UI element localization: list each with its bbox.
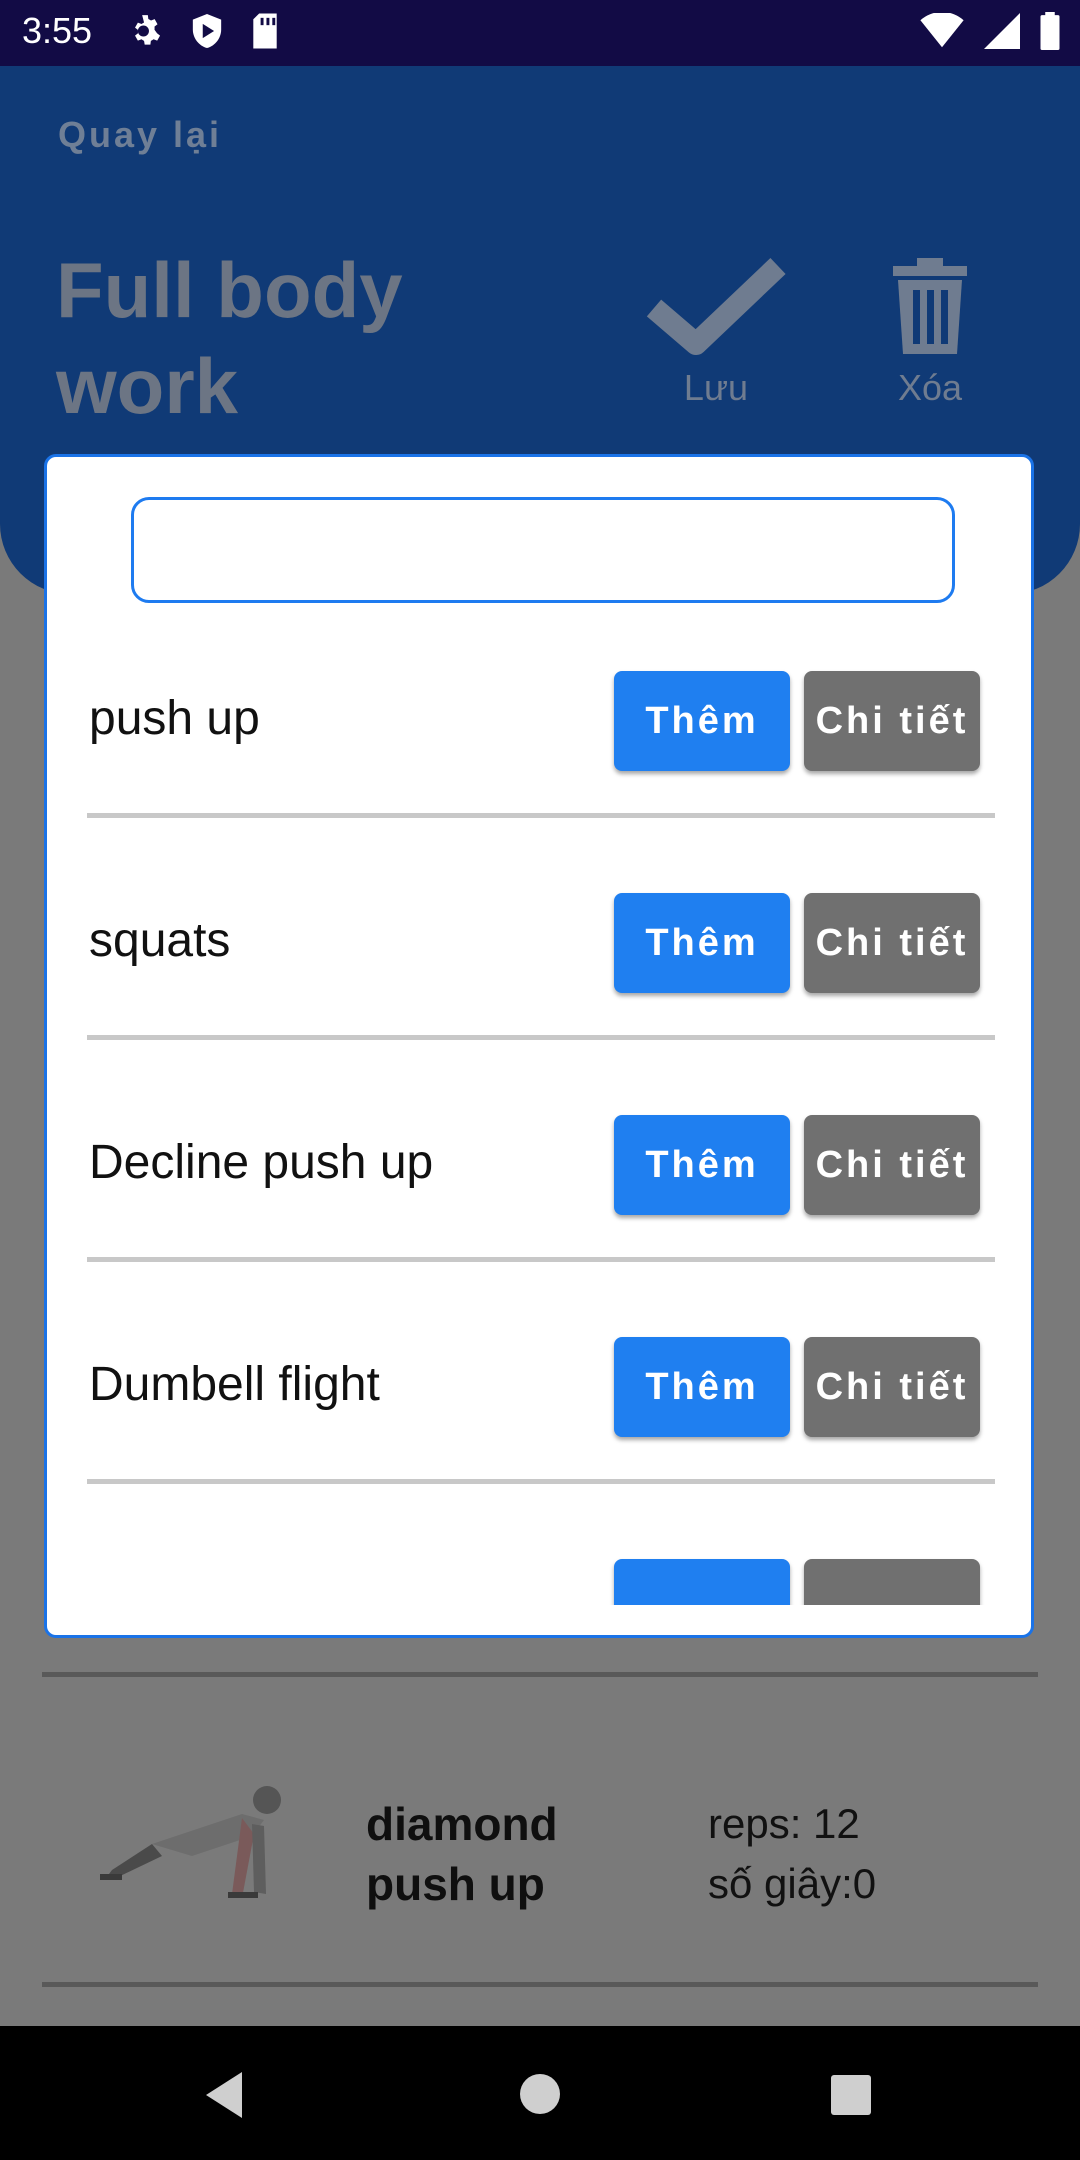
save-label: Lưu	[683, 367, 749, 408]
save-button[interactable]: Lưu	[646, 256, 786, 409]
status-bar: 3:55	[0, 0, 1080, 66]
battery-icon	[1040, 12, 1060, 50]
workout-item-reps: reps: 12	[708, 1800, 860, 1847]
row-divider	[87, 813, 995, 818]
exercise-row: squats Thêm Chi tiết	[47, 875, 1031, 1097]
workout-title: Full body work	[56, 246, 403, 430]
trash-icon	[893, 258, 967, 354]
list-divider	[42, 1982, 1038, 1987]
workout-item[interactable]: diamond push up reps: 12 số giây:0	[0, 1704, 1080, 1964]
row-divider	[87, 1479, 995, 1484]
add-exercise-button[interactable]: Thêm	[614, 893, 790, 993]
exercise-details-button[interactable]: Chi tiết	[804, 1337, 980, 1437]
exercise-list[interactable]: push up Thêm Chi tiết squats Thêm Chi ti…	[47, 653, 1031, 1605]
recents-nav-icon[interactable]	[830, 2074, 872, 2116]
exercise-row: Dumbell flight Thêm Chi tiết	[47, 1319, 1031, 1541]
list-divider	[42, 1672, 1038, 1677]
exercise-details-button[interactable]: Chi tiết	[804, 1115, 980, 1215]
exercise-picker-dialog: push up Thêm Chi tiết squats Thêm Chi ti…	[44, 454, 1034, 1638]
add-exercise-button[interactable]: Thêm	[614, 1337, 790, 1437]
add-exercise-button[interactable]: Thêm	[614, 1115, 790, 1215]
delete-label: Xóa	[897, 367, 963, 408]
exercise-row: Decline push up Thêm Chi tiết	[47, 1097, 1031, 1319]
back-button[interactable]: Quay lại	[58, 114, 222, 156]
workout-item-seconds: số giây:0	[708, 1860, 877, 1907]
exercise-details-button[interactable]: Chi tiết	[804, 671, 980, 771]
delete-button[interactable]: Xóa	[880, 256, 980, 409]
row-divider	[87, 1257, 995, 1262]
exercise-name: Dumbell flight	[89, 1358, 380, 1411]
sd-card-icon	[253, 13, 277, 49]
system-nav-bar	[0, 2026, 1080, 2160]
add-exercise-button[interactable]: Thêm	[614, 671, 790, 771]
home-nav-icon[interactable]	[518, 2072, 562, 2116]
exercise-details-button[interactable]	[804, 1559, 980, 1605]
exercise-name: push up	[89, 692, 260, 745]
add-exercise-button[interactable]	[614, 1559, 790, 1605]
exercise-search-input[interactable]	[131, 497, 955, 603]
exercise-name: Decline push up	[89, 1136, 434, 1189]
signal-icon	[984, 13, 1020, 49]
checkmark-icon	[646, 258, 786, 355]
exercise-row: push up Thêm Chi tiết	[47, 653, 1031, 875]
status-time: 3:55	[22, 10, 93, 51]
row-divider	[87, 1035, 995, 1040]
exercise-row	[47, 1541, 1031, 1605]
shield-icon	[192, 14, 222, 48]
wifi-icon	[920, 13, 964, 48]
workout-item-name: diamond push up	[366, 1798, 558, 1910]
exercise-name: squats	[89, 914, 231, 967]
exercise-thumbnail	[100, 1786, 281, 1898]
workout-item-meta: reps: 12 số giây:0	[708, 1794, 876, 1914]
settings-icon	[135, 15, 161, 45]
back-nav-icon[interactable]	[202, 2070, 246, 2120]
exercise-details-button[interactable]: Chi tiết	[804, 893, 980, 993]
